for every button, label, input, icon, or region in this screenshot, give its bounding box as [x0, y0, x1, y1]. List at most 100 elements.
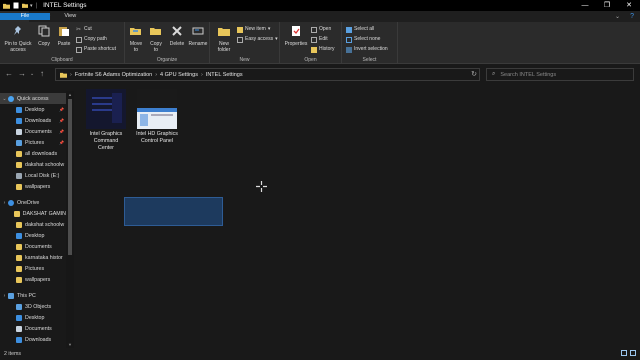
sidebar-item-desktop[interactable]: Desktop [0, 230, 66, 241]
star-icon [8, 95, 14, 102]
large-icons-view-icon[interactable] [630, 350, 636, 356]
sidebar-item-label: Documents [25, 243, 52, 250]
sidebar-item-onedrive[interactable]: › OneDrive [0, 197, 66, 208]
paste-shortcut-button[interactable]: Paste shortcut [76, 46, 116, 53]
navigation-pane: ⌄ Quick access Desktop 📌 Downloads 📌 Documents… [0, 91, 74, 348]
pin-icon: 📌 [59, 107, 64, 112]
properties-button[interactable]: Properties [282, 25, 310, 47]
move-to-button[interactable]: Move to [127, 25, 145, 53]
easy-access-chevron-icon: ▾ [275, 36, 278, 42]
breadcrumb-item[interactable]: Fortnite S6 Adams Optimization [75, 72, 152, 78]
document-icon[interactable] [13, 2, 19, 9]
refresh-icon[interactable]: ↻ [468, 68, 480, 81]
close-button[interactable]: ✕ [618, 0, 640, 11]
address-bar[interactable]: › Fortnite S6 Adams Optimization › 4 GPU… [55, 68, 480, 81]
scrollbar-thumb[interactable] [68, 99, 72, 255]
sidebar-item-label: 3D Objects [25, 303, 52, 310]
new-folder-button[interactable]: New folder [214, 25, 234, 53]
minimize-button[interactable]: — [574, 0, 596, 11]
copy-to-label-2: to [153, 47, 159, 53]
help-icon[interactable]: ? [630, 13, 634, 20]
sidebar-item-wallpapers[interactable]: wallpapers [0, 181, 66, 192]
easy-access-button[interactable]: Easy access ▾ [237, 36, 278, 43]
scroll-down-icon[interactable]: ▼ [66, 342, 74, 347]
folder-icon [16, 276, 22, 283]
sidebar-item-pictures[interactable]: Pictures 📌 [0, 137, 66, 148]
sidebar-item-this-pc[interactable]: › This PC [0, 290, 66, 301]
open-icon [311, 26, 317, 33]
new-item-icon [237, 26, 243, 33]
scroll-up-icon[interactable]: ▲ [66, 92, 74, 97]
expand-chevron-icon[interactable]: › [1, 293, 8, 299]
recent-locations-chevron-icon[interactable]: ⌄ [30, 69, 34, 79]
file-item[interactable]: Intel HD Graphics Control Panel [131, 89, 183, 145]
sidebar-item-dakshat-schoolw[interactable]: dakshat schoolw [0, 219, 66, 230]
back-arrow-icon[interactable]: ← [5, 69, 13, 79]
sidebar-item-desktop[interactable]: Desktop [0, 312, 66, 323]
invert-selection-button[interactable]: Invert selection [346, 46, 388, 53]
up-arrow-icon[interactable]: ↑ [40, 69, 44, 79]
delete-label: Delete [169, 41, 185, 47]
paste-button[interactable]: Paste [55, 25, 73, 47]
sidebar-item-documents[interactable]: Documents 📌 [0, 126, 66, 137]
sidebar-item-dakshat-schoolw[interactable]: dakshat schoolw [0, 159, 66, 170]
quick-access-toolbar-chevron-icon[interactable]: ▾ [30, 3, 33, 9]
pc-icon [8, 292, 14, 299]
sidebar-item-quick-access[interactable]: ⌄ Quick access [0, 93, 66, 104]
breadcrumb-item[interactable]: INTEL Settings [206, 72, 243, 78]
sidebar-item-downloads[interactable]: Downloads 📌 [0, 115, 66, 126]
sidebar-item-label: Downloads [25, 117, 52, 124]
selection-rectangle [124, 197, 223, 226]
file-thumbnail [137, 89, 177, 129]
sidebar-item-documents[interactable]: Documents [0, 241, 66, 252]
delete-button[interactable]: Delete [167, 25, 187, 47]
breadcrumb-chevron-icon: › [200, 71, 203, 78]
cut-button[interactable]: ✂ Cut [76, 26, 92, 33]
organize-group: Move to Copy to Delete Rename Organize [125, 22, 210, 64]
breadcrumb-item[interactable]: 4 GPU Settings [160, 72, 198, 78]
tab-file[interactable]: File [0, 13, 50, 20]
pin-to-quick-access-button[interactable]: Pin to Quick access [2, 25, 34, 53]
sidebar-item-karnataka-histor[interactable]: karnataka histor [0, 252, 66, 263]
sidebar-item-documents[interactable]: Documents [0, 323, 66, 334]
sidebar-item-dakshat-gamin[interactable]: DAKSHAT GAMIN [0, 208, 66, 219]
file-item[interactable]: Intel Graphics Command Center [81, 89, 131, 152]
sidebar-item-label: Quick access [17, 95, 49, 102]
ribbon-collapse-chevron-icon[interactable]: ⌄ [615, 13, 620, 20]
sidebar-item-local-disk-e[interactable]: Local Disk (E:) [0, 170, 66, 181]
folder-icon[interactable] [22, 2, 28, 9]
expand-chevron-icon[interactable]: ⌄ [1, 96, 8, 102]
select-all-button[interactable]: Select all [346, 26, 374, 33]
sidebar-item-downloads[interactable]: Downloads [0, 334, 66, 345]
rename-button[interactable]: Rename [188, 25, 208, 47]
tab-view[interactable]: View [57, 11, 83, 22]
file-name-line: Center [98, 145, 114, 151]
sidebar-item-desktop[interactable]: Desktop 📌 [0, 104, 66, 115]
maximize-button[interactable]: ❐ [596, 0, 618, 11]
edit-button[interactable]: Edit [311, 36, 328, 43]
copy-to-button[interactable]: Copy to [147, 25, 165, 53]
sidebar-item-all-downloads[interactable]: all downloads [0, 148, 66, 159]
sidebar-item-3d-objects[interactable]: 3D Objects [0, 301, 66, 312]
sidebar-item-pictures[interactable]: Pictures [0, 263, 66, 274]
expand-chevron-icon[interactable]: › [1, 200, 8, 206]
sidebar-item-wallpapers[interactable]: wallpapers [0, 274, 66, 285]
search-input[interactable] [500, 71, 621, 78]
copy-path-button[interactable]: Copy path [76, 36, 107, 43]
open-group: Properties Open Edit History Open [280, 22, 342, 64]
open-button[interactable]: Open [311, 26, 331, 33]
clipboard-group-label: Clipboard [51, 57, 73, 63]
status-bar: 2 items [0, 348, 640, 360]
copy-button[interactable]: Copy [35, 25, 53, 47]
forward-arrow-icon[interactable]: → [18, 69, 26, 79]
navigation-scrollbar[interactable]: ▲ ▼ [66, 91, 74, 348]
rename-icon [192, 27, 204, 35]
new-item-button[interactable]: New item ▾ [237, 26, 270, 33]
select-none-button[interactable]: Select none [346, 36, 380, 43]
search-box[interactable]: ⌕ [486, 68, 634, 81]
properties-label: Properties [284, 41, 308, 47]
pin-label-2: access [10, 47, 26, 53]
history-button[interactable]: History [311, 46, 335, 53]
select-all-label: Select all [354, 26, 375, 32]
details-view-icon[interactable] [621, 350, 627, 356]
